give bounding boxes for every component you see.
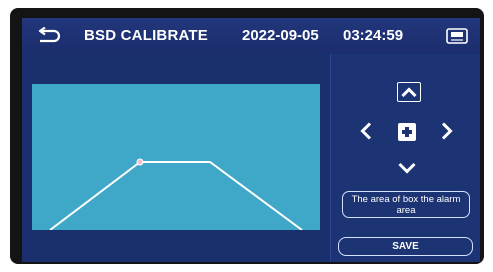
time-display: 03:24:59 — [343, 27, 404, 44]
move-right-button[interactable] — [438, 120, 456, 142]
chevron-right-icon — [441, 122, 453, 140]
selected-corner-handle[interactable] — [136, 158, 144, 166]
save-button[interactable]: SAVE — [338, 237, 473, 256]
chevron-left-icon — [360, 122, 372, 140]
control-panel: The area of box the alarm area SAVE — [330, 54, 480, 262]
info-message: The area of box the alarm area — [342, 191, 470, 218]
chevron-down-icon — [398, 162, 416, 174]
back-arrow-icon — [38, 27, 61, 43]
select-point-button[interactable] — [398, 123, 416, 141]
top-bar: BSD CALIBRATE 2022-09-05 03:24:59 — [22, 18, 480, 54]
move-up-button[interactable] — [397, 82, 421, 102]
move-down-button[interactable] — [395, 160, 419, 176]
detection-area-outline — [49, 158, 303, 230]
chevron-up-icon — [401, 87, 417, 97]
move-left-button[interactable] — [357, 120, 375, 142]
sd-card-icon — [446, 28, 468, 44]
back-button[interactable] — [34, 25, 64, 47]
page-title: BSD CALIBRATE — [84, 27, 208, 44]
date-display: 2022-09-05 — [242, 27, 319, 44]
center-point-icon — [402, 127, 412, 137]
camera-view[interactable] — [32, 84, 320, 230]
display-screen: BSD CALIBRATE 2022-09-05 03:24:59 The ar… — [22, 18, 480, 262]
